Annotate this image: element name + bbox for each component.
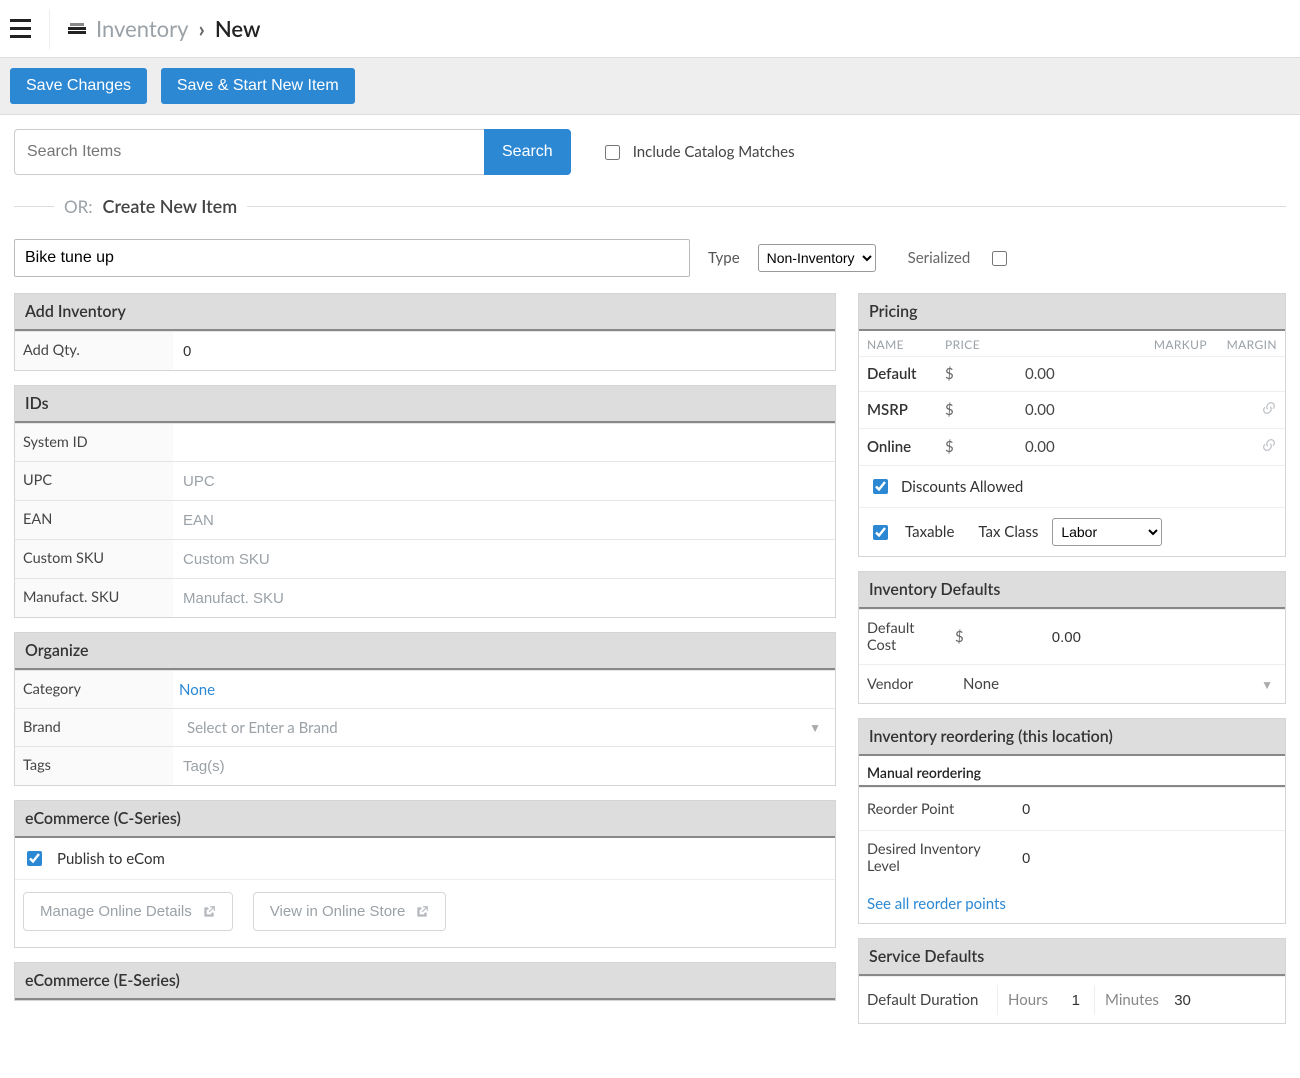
price-row-default[interactable]: Default $ 0.00 (859, 356, 1285, 391)
inventory-defaults-panel: Inventory Defaults Default Cost $ Vendor… (858, 571, 1286, 704)
tags-input[interactable] (179, 751, 829, 781)
hours-label: Hours (1008, 991, 1048, 1009)
add-qty-input[interactable] (179, 336, 829, 366)
serialized-label: Serialized (908, 249, 971, 267)
ecommerce-c-panel: eCommerce (C-Series) Publish to eCom Man… (14, 800, 836, 948)
custom-sku-label: Custom SKU (15, 540, 173, 578)
search-button[interactable]: Search (484, 129, 571, 175)
external-link-icon (202, 905, 216, 919)
ecommerce-e-header: eCommerce (E-Series) (15, 963, 835, 1000)
default-cost-label: Default Cost (859, 610, 951, 664)
or-divider-label: OR: (64, 196, 93, 217)
item-type-select[interactable]: Non-Inventory (758, 244, 876, 272)
default-duration-label: Default Duration (867, 991, 987, 1009)
include-catalog-checkbox[interactable] (605, 145, 620, 160)
save-new-button[interactable]: Save & Start New Item (161, 68, 355, 104)
add-inventory-panel: Add Inventory Add Qty. (14, 293, 836, 371)
publish-ecom-checkbox[interactable] (27, 851, 42, 866)
custom-sku-input[interactable] (179, 544, 829, 574)
price-row-msrp[interactable]: MSRP $ 0.00 (859, 391, 1285, 428)
breadcrumb-current: New (215, 15, 261, 42)
hours-input[interactable] (1054, 985, 1084, 1015)
discounts-allowed-label: Discounts Allowed (901, 478, 1023, 496)
ids-header: IDs (15, 386, 835, 423)
see-all-reorder-points-link[interactable]: See all reorder points (867, 895, 1006, 913)
vendor-label: Vendor (859, 666, 951, 703)
minutes-label: Minutes (1105, 991, 1159, 1009)
pricing-columns: NAME PRICE MARKUP MARGIN (859, 331, 1285, 356)
upc-input[interactable] (179, 466, 829, 496)
add-inventory-header: Add Inventory (15, 294, 835, 331)
vendor-select[interactable]: None ▼ (955, 671, 1281, 697)
link-icon[interactable] (1237, 437, 1277, 457)
breadcrumb: Inventory › New (96, 15, 260, 42)
pricing-panel: Pricing NAME PRICE MARKUP MARGIN Default… (858, 293, 1286, 557)
organize-panel: Organize Category None Brand Select or E… (14, 632, 836, 786)
category-link[interactable]: None (179, 681, 215, 699)
organize-header: Organize (15, 633, 835, 670)
ecommerce-c-header: eCommerce (C-Series) (15, 801, 835, 838)
category-label: Category (15, 671, 173, 708)
type-label: Type (708, 249, 740, 267)
reorder-point-input[interactable] (1018, 794, 1281, 824)
menu-button[interactable] (10, 9, 50, 49)
breadcrumb-parent[interactable]: Inventory (96, 15, 188, 42)
taxable-checkbox[interactable] (873, 525, 888, 540)
create-new-item-label: Create New Item (103, 195, 238, 217)
default-cost-input[interactable] (975, 622, 1085, 652)
upc-label: UPC (15, 462, 173, 500)
ean-label: EAN (15, 501, 173, 539)
desired-level-input[interactable] (1018, 843, 1281, 873)
search-input[interactable] (14, 129, 484, 175)
view-online-store-button[interactable]: View in Online Store (253, 892, 447, 931)
chevron-down-icon: ▼ (1261, 677, 1273, 692)
brand-label: Brand (15, 709, 173, 746)
taxable-label: Taxable (905, 523, 954, 541)
manufact-sku-label: Manufact. SKU (15, 579, 173, 617)
hamburger-icon (10, 19, 31, 38)
serialized-checkbox[interactable] (992, 251, 1007, 266)
inventory-reordering-header: Inventory reordering (this location) (859, 719, 1285, 756)
price-row-online[interactable]: Online $ 0.00 (859, 428, 1285, 465)
system-id-label: System ID (15, 424, 173, 461)
chevron-right-icon: › (198, 15, 204, 42)
tax-class-label: Tax Class (978, 523, 1038, 541)
service-defaults-panel: Service Defaults Default Duration Hours … (858, 938, 1286, 1024)
inventory-defaults-header: Inventory Defaults (859, 572, 1285, 609)
inventory-reordering-panel: Inventory reordering (this location) Man… (858, 718, 1286, 924)
save-button[interactable]: Save Changes (10, 68, 147, 104)
reorder-point-label: Reorder Point (859, 791, 1014, 828)
manufact-sku-input[interactable] (179, 583, 829, 613)
ids-panel: IDs System ID UPC EAN Custom SKU (14, 385, 836, 618)
tags-label: Tags (15, 747, 173, 785)
manage-online-details-button[interactable]: Manage Online Details (23, 892, 233, 931)
link-icon[interactable] (1237, 400, 1277, 420)
pricing-header: Pricing (859, 294, 1285, 331)
chevron-down-icon: ▼ (809, 720, 821, 735)
ecommerce-e-panel: eCommerce (E-Series) (14, 962, 836, 1001)
inventory-app-icon (68, 23, 86, 34)
include-catalog-label: Include Catalog Matches (633, 143, 795, 161)
minutes-input[interactable] (1165, 985, 1195, 1015)
add-qty-label: Add Qty. (15, 332, 173, 370)
discounts-allowed-checkbox[interactable] (873, 479, 888, 494)
manual-reordering-label: Manual reordering (859, 756, 1285, 787)
desired-level-label: Desired Inventory Level (859, 831, 1014, 885)
item-name-input[interactable] (14, 239, 690, 277)
brand-select[interactable]: Select or Enter a Brand ▼ (179, 715, 829, 741)
ean-input[interactable] (179, 505, 829, 535)
service-defaults-header: Service Defaults (859, 939, 1285, 976)
publish-ecom-label: Publish to eCom (57, 850, 165, 868)
external-link-icon (415, 905, 429, 919)
tax-class-select[interactable]: Labor (1052, 518, 1162, 546)
